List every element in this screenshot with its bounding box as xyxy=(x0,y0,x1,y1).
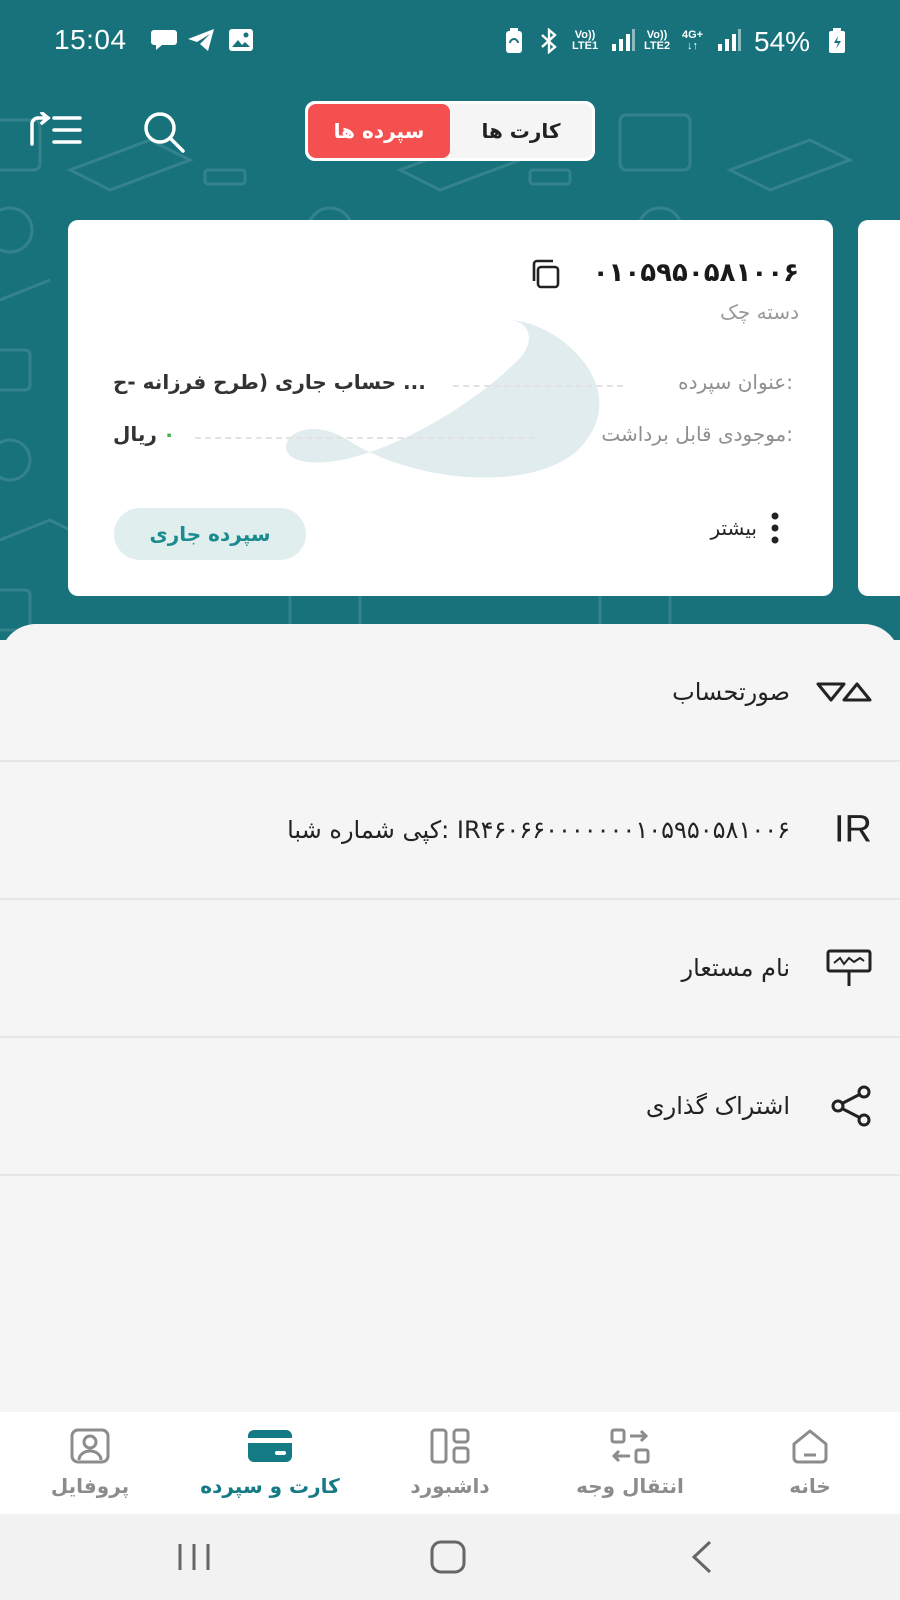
iban-ir-icon: IR xyxy=(834,808,872,851)
recent-apps-icon[interactable] xyxy=(176,1542,212,1572)
profile-icon xyxy=(70,1428,110,1464)
more-button[interactable]: بیشتر xyxy=(710,512,779,544)
more-label: بیشتر xyxy=(710,516,757,540)
actions-sheet: صورتحساب کپی شماره شبا: IR۴۶۰۶۶۰۰۰۰۰۰۰۱۰… xyxy=(0,624,900,1414)
signal-icon xyxy=(718,29,741,51)
nav-label: خانه xyxy=(789,1474,831,1498)
menu-item-share[interactable]: اشتراک گذاری xyxy=(0,1038,900,1176)
tab-deposits[interactable]: سپرده ها xyxy=(308,104,450,158)
battery-saver-icon xyxy=(506,28,522,53)
balance-value: ۰ xyxy=(163,422,176,446)
battery-percent: 54% xyxy=(754,26,811,57)
battery-icon xyxy=(829,28,845,53)
nav-card-deposit[interactable]: کارت و سپرده xyxy=(180,1412,360,1514)
card-icon xyxy=(248,1430,292,1462)
menu-item-statement[interactable]: صورتحساب xyxy=(0,624,900,762)
nav-label: انتقال وجه xyxy=(576,1474,684,1498)
account-number: ۰۱۰۵۹۵۰۵۸۱۰۰۶ xyxy=(592,258,799,288)
more-vertical-icon xyxy=(771,512,779,544)
chat-bubble-icon xyxy=(151,30,177,50)
menu-item-label: اشتراک گذاری xyxy=(645,1092,790,1120)
menu-item-label: نام مستعار xyxy=(681,954,790,982)
deposit-card[interactable]: ۰۱۰۵۹۵۰۵۸۱۰۰۶ دسته چک عنوان سپرده: حساب … xyxy=(68,220,833,596)
balance-row: موجودی قابل برداشت: ریال ۰ xyxy=(113,422,793,452)
bottom-navigation: پروفایل کارت و سپرده داشبورد انتقال وجه xyxy=(0,1412,900,1514)
telegram-icon xyxy=(188,29,214,51)
menu-item-label: صورتحساب xyxy=(672,678,790,706)
tab-cards[interactable]: کارت ها xyxy=(450,104,592,158)
deposit-title-row: عنوان سپرده: حساب جاری (طرح فرزانه -ح ..… xyxy=(113,370,793,400)
gallery-icon xyxy=(229,29,253,51)
share-icon xyxy=(831,1085,871,1127)
bluetooth-icon xyxy=(541,28,557,54)
account-type: دسته چک xyxy=(719,300,799,324)
network-type: 4G+ ↓↑ xyxy=(682,29,704,52)
account-type-toggle: سپرده ها کارت ها xyxy=(305,101,595,161)
copy-icon[interactable] xyxy=(530,258,562,290)
menu-item-label: کپی شماره شبا: IR۴۶۰۶۶۰۰۰۰۰۰۰۱۰۵۹۵۰۵۸۱۰۰… xyxy=(287,816,790,844)
header-background: 15:04 Vo)) LTE1 Vo)) LTE2 4G+ ↓↑ 54% سپرده … xyxy=(0,0,900,640)
balance-label: موجودی قابل برداشت: xyxy=(601,422,793,446)
nav-dashboard[interactable]: داشبورد xyxy=(360,1412,540,1514)
nav-transfer[interactable]: انتقال وجه xyxy=(540,1412,720,1514)
balance-currency: ریال xyxy=(113,422,157,446)
bank-logo-watermark xyxy=(286,320,600,478)
signal-icon xyxy=(612,29,635,51)
deposit-type-badge: سپرده جاری xyxy=(114,508,306,560)
nav-label: پروفایل xyxy=(50,1474,130,1498)
system-navigation-bar xyxy=(0,1514,900,1600)
nav-label: کارت و سپرده xyxy=(200,1474,340,1498)
sim1-volte: Vo)) LTE1 xyxy=(572,29,599,52)
search-icon[interactable] xyxy=(142,110,186,154)
deposit-title-value: حساب جاری (طرح فرزانه -ح ... xyxy=(113,370,426,394)
back-icon[interactable] xyxy=(690,1540,714,1574)
menu-item-copy-iban[interactable]: کپی شماره شبا: IR۴۶۰۶۶۰۰۰۰۰۰۰۱۰۵۹۵۰۵۸۱۰۰… xyxy=(0,762,900,900)
menu-item-nickname[interactable]: نام مستعار xyxy=(0,900,900,1038)
nav-profile[interactable]: پروفایل xyxy=(0,1412,180,1514)
nav-label: داشبورد xyxy=(410,1474,490,1498)
dashed-divider xyxy=(195,437,535,439)
home-button-icon[interactable] xyxy=(430,1540,466,1574)
status-bar: 15:04 Vo)) LTE1 Vo)) LTE2 4G+ ↓↑ 54% xyxy=(0,0,900,86)
status-time: 15:04 xyxy=(54,24,127,55)
next-card-peek[interactable] xyxy=(858,220,900,596)
dashed-divider xyxy=(453,385,623,387)
home-icon xyxy=(792,1429,828,1464)
sim2-volte: Vo)) LTE2 xyxy=(644,29,671,52)
dashboard-icon xyxy=(430,1428,470,1464)
menu-export-icon[interactable] xyxy=(28,112,82,148)
nickname-sign-icon xyxy=(826,949,872,986)
deposit-title-label: عنوان سپرده: xyxy=(678,370,793,394)
statement-icon xyxy=(816,682,872,702)
nav-home[interactable]: خانه xyxy=(720,1412,900,1514)
transfer-icon xyxy=(610,1428,650,1464)
